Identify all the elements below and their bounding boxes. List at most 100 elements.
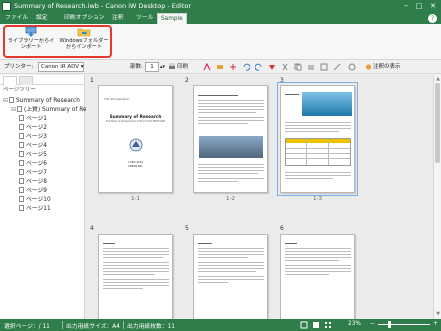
- sidebar-item-page[interactable]: ページ2: [19, 124, 47, 133]
- tool-icon[interactable]: [216, 63, 224, 71]
- zoom-out-button[interactable]: −: [370, 321, 375, 327]
- page-number: 2: [185, 77, 189, 84]
- page-canvas[interactable]: 1 2 3 The iW Inspiration Summary of Rese…: [86, 75, 433, 319]
- zoom-in-button[interactable]: +: [433, 321, 438, 327]
- sidebar-item-page[interactable]: ページ3: [19, 133, 47, 142]
- scroll-down-icon[interactable]: ▼: [435, 311, 441, 317]
- copies-input[interactable]: 1: [145, 62, 159, 72]
- tool-icon[interactable]: [333, 63, 341, 71]
- grid-view-icon[interactable]: [324, 321, 332, 329]
- zoom-level: 23%: [348, 321, 361, 327]
- sidebar-item-page[interactable]: ページ9: [19, 187, 47, 196]
- sidebar-tabs: [0, 75, 84, 85]
- tool-icon[interactable]: [203, 63, 211, 71]
- menu-file[interactable]: ファイル: [5, 13, 28, 24]
- sidebar-item-page[interactable]: ページ10: [19, 196, 51, 205]
- tool-icon[interactable]: [320, 63, 328, 71]
- cut-icon[interactable]: [281, 63, 289, 71]
- page-icon: [19, 196, 24, 202]
- printer-select[interactable]: Canon iR ADV ▾: [38, 62, 84, 72]
- selected-pages-status: 選択ページ：/ 11: [4, 324, 50, 330]
- annotation-display-icon: [365, 64, 372, 70]
- page-number: 4: [90, 225, 94, 232]
- paste-icon[interactable]: [307, 63, 315, 71]
- page-number: 6: [280, 225, 284, 232]
- close-button[interactable]: ✕: [427, 1, 439, 12]
- menu-settings[interactable]: 設定: [36, 13, 48, 24]
- sidebar-item-page[interactable]: ページ7: [19, 169, 47, 178]
- zoom-slider[interactable]: [378, 324, 430, 325]
- menu-print-options[interactable]: 印刷オプション: [64, 13, 105, 24]
- settings-icon[interactable]: [348, 63, 356, 71]
- import-from-windows-folder-button[interactable]: Windowsフォルダー からインポート: [58, 26, 110, 56]
- tree-document[interactable]: ⊟ (上質) Summary of Rese: [11, 106, 93, 115]
- page-thumbnail-3[interactable]: [277, 82, 358, 196]
- page-icon: [19, 187, 24, 193]
- maximize-button[interactable]: □: [413, 1, 425, 12]
- page-number: 3: [280, 77, 284, 84]
- page-thumbnail-5[interactable]: [193, 234, 268, 319]
- menu-annotation[interactable]: 注釈: [112, 13, 124, 24]
- menu-sample[interactable]: Sample: [157, 13, 187, 24]
- undo-icon[interactable]: [242, 63, 250, 71]
- vertical-scrollbar[interactable]: ▲ ▼: [433, 75, 441, 319]
- page-thumbnail-4[interactable]: [98, 234, 173, 319]
- page-icon: [19, 178, 24, 184]
- folder-import-icon: [77, 28, 91, 37]
- output-sheets-status: 出力用紙枚数：11: [127, 324, 175, 330]
- print-button[interactable]: 印刷: [177, 62, 188, 73]
- annotation-display-toggle[interactable]: 注釈の表示: [373, 62, 401, 73]
- title-bar: Summary of Research.iwb - Canon iW Deskt…: [0, 0, 441, 13]
- sidebar-item-page[interactable]: ページ11: [19, 205, 51, 214]
- tab-page-tree[interactable]: [3, 76, 17, 85]
- printer-label: プリンター:: [4, 64, 34, 70]
- page-tree-panel: ページツリー ⊟ Summary of Research ⊟ (上質) Summar…: [0, 75, 93, 319]
- sidebar-item-page[interactable]: ページ1: [19, 115, 47, 124]
- menu-tools[interactable]: ツール: [136, 13, 153, 24]
- print-toolbar: プリンター: Canon iR ADV ▾ 部数: 1 ▴▾ 印刷 注釈の表示: [0, 61, 441, 74]
- copy-icon[interactable]: [294, 63, 302, 71]
- single-page-view-icon[interactable]: [300, 321, 308, 329]
- page-icon: [19, 205, 24, 211]
- tab-annotations[interactable]: [19, 76, 33, 85]
- tool-icon[interactable]: [229, 63, 237, 71]
- zoom-slider-knob[interactable]: [388, 321, 391, 328]
- page-number: 1: [90, 77, 94, 84]
- tool-icon[interactable]: [268, 63, 276, 71]
- page-icon: [19, 151, 24, 157]
- tree-root[interactable]: ⊟ Summary of Research: [3, 97, 80, 106]
- window-title: Summary of Research.iwb - Canon iW Deskt…: [14, 2, 192, 10]
- page-icon: [19, 124, 24, 130]
- page-icon: [19, 142, 24, 148]
- page-caption: 1-3: [313, 196, 322, 202]
- thumbnail-view-icon[interactable]: [312, 321, 320, 329]
- scroll-up-icon[interactable]: ▲: [435, 76, 441, 82]
- app-icon: [2, 2, 11, 11]
- photo-image: [199, 136, 263, 158]
- sidebar-item-page[interactable]: ページ5: [19, 151, 47, 160]
- printer-icon[interactable]: [168, 63, 176, 71]
- minimize-button[interactable]: –: [400, 1, 412, 12]
- page-icon: [19, 169, 24, 175]
- sidebar-item-page[interactable]: ページ8: [19, 178, 47, 187]
- copies-stepper[interactable]: ▴▾: [160, 62, 165, 73]
- page-caption: 1-1: [131, 196, 140, 202]
- library-import-icon: [25, 26, 37, 37]
- page-thumbnail-1[interactable]: The iW Inspiration Summary of Research T…: [98, 85, 173, 193]
- page-tree-title: ページツリー: [3, 87, 36, 93]
- output-size-status: 出力用紙サイズ：A4: [66, 324, 120, 330]
- page-number: 5: [185, 225, 189, 232]
- sidebar-item-page[interactable]: ページ6: [19, 160, 47, 169]
- menu-bar: ファイル 設定 印刷オプション 注釈 ツール Sample ?: [0, 13, 441, 24]
- status-bar: 選択ページ：/ 11 出力用紙サイズ：A4 出力用紙枚数：11 23% − +: [0, 319, 441, 331]
- scroll-thumb[interactable]: [435, 83, 440, 163]
- photo-image: [302, 92, 352, 116]
- redo-icon[interactable]: [255, 63, 263, 71]
- page-thumbnail-6[interactable]: [280, 234, 355, 319]
- sidebar-item-page[interactable]: ページ4: [19, 142, 47, 151]
- page-icon: [19, 115, 24, 121]
- page-thumbnail-2[interactable]: [193, 85, 268, 193]
- ribbon: ライブラリーからイ ンポート Windowsフォルダー からインポート: [0, 24, 441, 60]
- import-from-library-button[interactable]: ライブラリーからイ ンポート: [6, 26, 56, 56]
- help-icon[interactable]: ?: [428, 14, 437, 23]
